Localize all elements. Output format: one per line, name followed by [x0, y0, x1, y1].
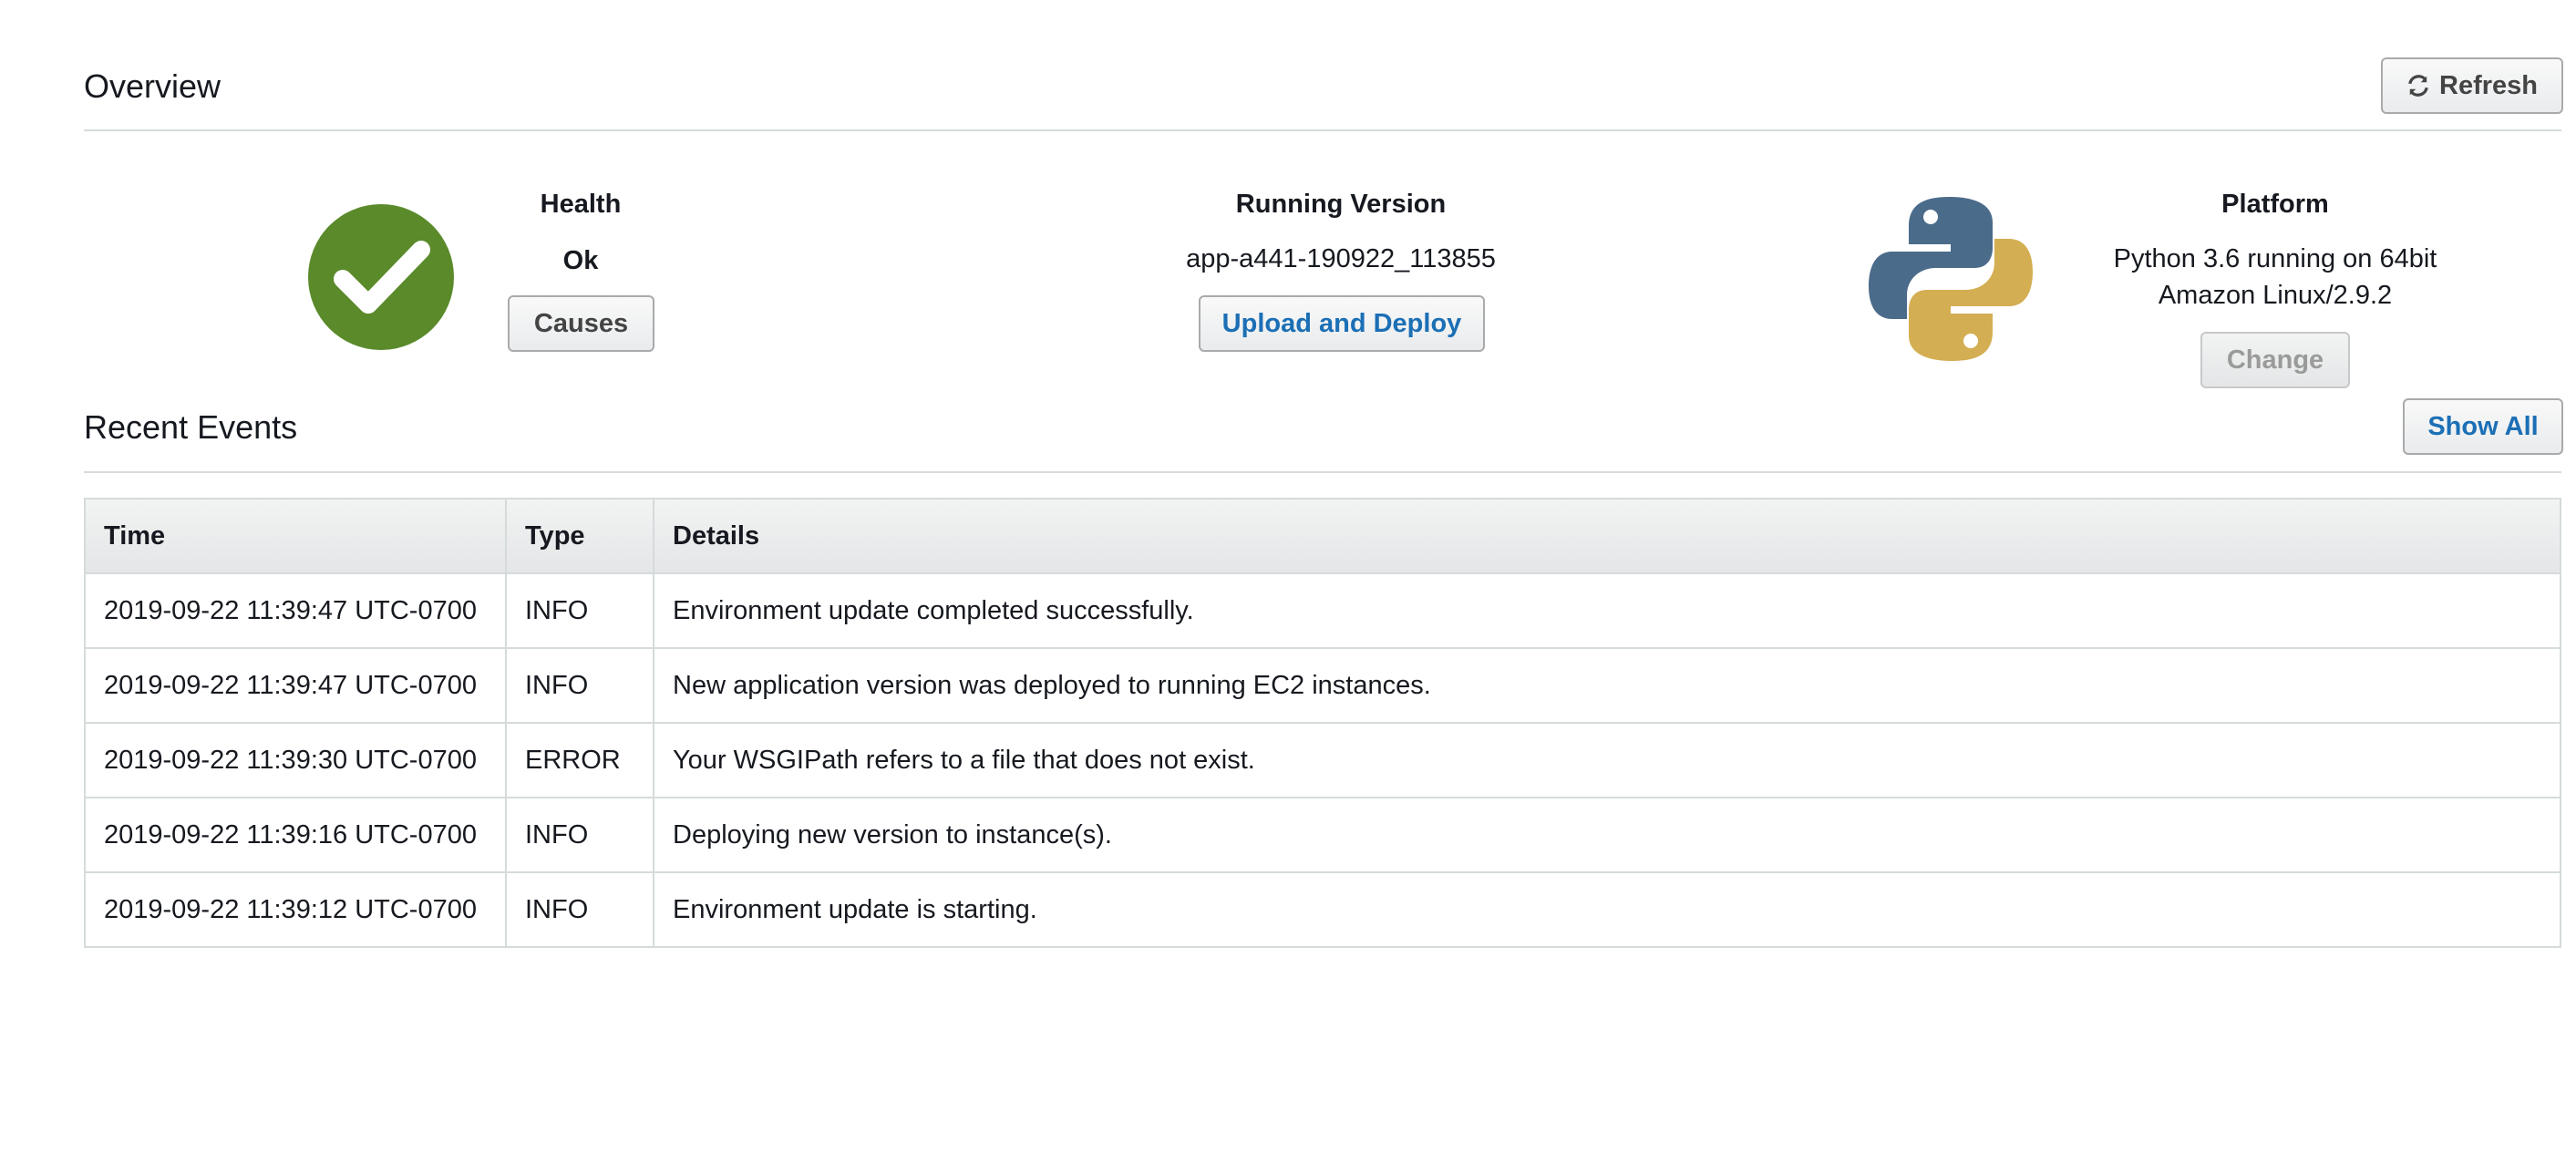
- event-details: Environment update is starting.: [653, 871, 2561, 948]
- show-all-button[interactable]: Show All: [2403, 398, 2563, 455]
- events-table: Time Type Details 2019-09-22 11:39:47 UT…: [84, 498, 2561, 948]
- event-time: 2019-09-22 11:39:16 UTC-0700: [84, 797, 507, 873]
- event-type: INFO: [505, 572, 654, 649]
- column-header-type: Type: [505, 498, 654, 574]
- event-type: INFO: [505, 647, 654, 724]
- column-header-time: Time: [84, 498, 507, 574]
- event-time: 2019-09-22 11:39:30 UTC-0700: [84, 722, 507, 798]
- event-details: New application version was deployed to …: [653, 647, 2561, 724]
- table-row: 2019-09-22 11:39:30 UTC-0700 ERROR Your …: [84, 722, 2561, 798]
- table-row: 2019-09-22 11:39:47 UTC-0700 INFO Enviro…: [84, 572, 2561, 649]
- event-time: 2019-09-22 11:39:47 UTC-0700: [84, 647, 507, 724]
- event-time: 2019-09-22 11:39:12 UTC-0700: [84, 871, 507, 948]
- event-type: ERROR: [505, 722, 654, 798]
- event-type: INFO: [505, 871, 654, 948]
- event-details: Deploying new version to instance(s).: [653, 797, 2561, 873]
- table-row: 2019-09-22 11:39:12 UTC-0700 INFO Enviro…: [84, 871, 2561, 948]
- event-details: Your WSGIPath refers to a file that does…: [653, 722, 2561, 798]
- event-type: INFO: [505, 797, 654, 873]
- environment-dashboard: Overview Refresh Health Ok Causes Runnin…: [0, 0, 2576, 1174]
- table-row: 2019-09-22 11:39:47 UTC-0700 INFO New ap…: [84, 647, 2561, 724]
- recent-events-header: Recent Events: [84, 0, 2561, 473]
- table-row: 2019-09-22 11:39:16 UTC-0700 INFO Deploy…: [84, 797, 2561, 873]
- event-time: 2019-09-22 11:39:47 UTC-0700: [84, 572, 507, 649]
- table-header-row: Time Type Details: [84, 498, 2561, 574]
- column-header-details: Details: [653, 498, 2561, 574]
- recent-events-title: Recent Events: [84, 408, 298, 446]
- event-details: Environment update completed successfull…: [653, 572, 2561, 649]
